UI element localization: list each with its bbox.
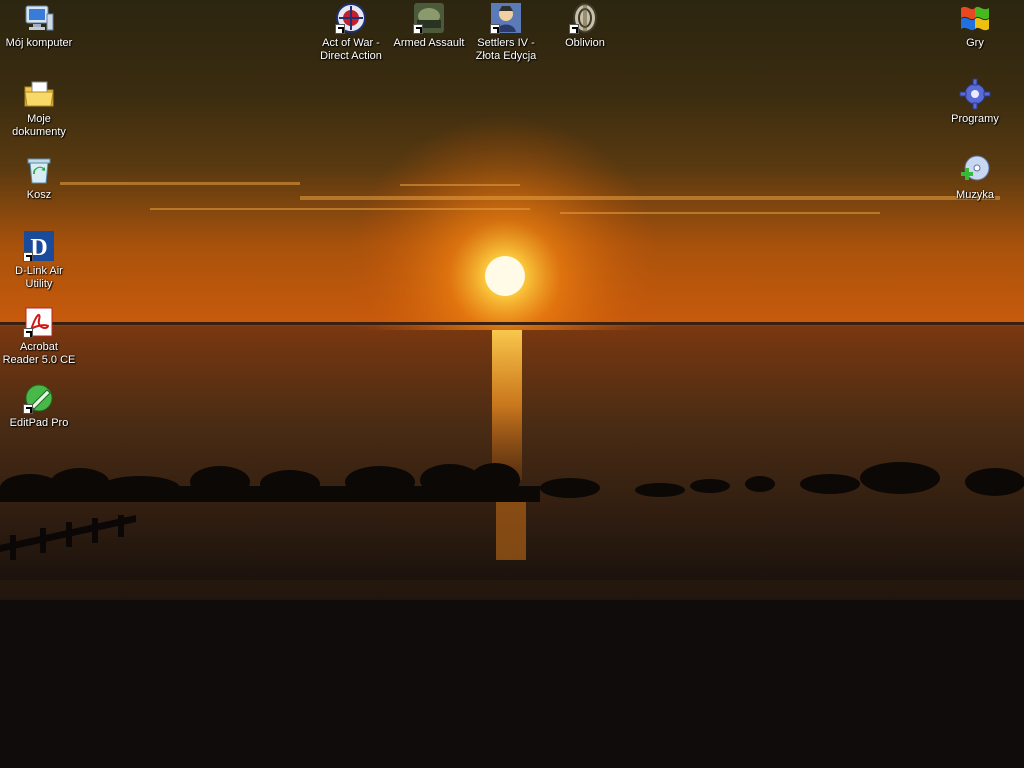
desktop-icon-gry[interactable]: Gry [937, 2, 1013, 50]
music-cd-icon [959, 154, 991, 186]
desktop-icon-muzyka[interactable]: Muzyka [937, 154, 1013, 202]
desktop-icon-label: Mój komputer [5, 37, 73, 49]
desktop-icon-oblivion[interactable]: Oblivion [547, 2, 623, 50]
armed-assault-icon [413, 2, 445, 34]
sun [485, 256, 525, 296]
desktop-icon-kosz[interactable]: Kosz [1, 154, 77, 202]
editpad-icon [23, 382, 55, 414]
my-documents-icon [23, 78, 55, 110]
desktop-icon-label: Act of War - Direct Action [320, 37, 382, 62]
shortcut-arrow-icon [23, 404, 33, 414]
desktop-icon-label: Settlers IV - Złota Edycja [475, 37, 537, 62]
desktop-icon-label: Programy [951, 113, 999, 125]
desktop-icon-act-of-war-direct-action[interactable]: Act of War - Direct Action [313, 2, 389, 63]
beach-sand [0, 598, 1024, 768]
shortcut-arrow-icon [23, 328, 33, 338]
shortcut-arrow-icon [490, 24, 500, 34]
desktop-icon-acrobat-reader-5-0-ce[interactable]: Acrobat Reader 5.0 CE [1, 306, 77, 367]
desktop-icon-label: Gry [966, 37, 984, 49]
dlink-icon: D [23, 230, 55, 262]
games-flag-icon [959, 2, 991, 34]
desktop-icon-label: Kosz [26, 189, 52, 201]
act-of-war-icon [335, 2, 367, 34]
desktop-icon-label: Moje dokumenty [12, 113, 66, 138]
settlers-iv-icon [490, 2, 522, 34]
desktop-icon-editpad-pro[interactable]: EditPad Pro [1, 382, 77, 430]
oblivion-icon [569, 2, 601, 34]
sunset-wallpaper [0, 0, 1024, 768]
programs-gear-icon [959, 78, 991, 110]
recycle-bin-icon [23, 154, 55, 186]
desktop-icon-label: Muzyka [956, 189, 994, 201]
desktop-icon-programy[interactable]: Programy [937, 78, 1013, 126]
desktop-icon-label: Acrobat Reader 5.0 CE [2, 341, 76, 366]
shortcut-arrow-icon [413, 24, 423, 34]
desktop-icon-label: EditPad Pro [9, 417, 69, 429]
desktop-icon-armed-assault[interactable]: Armed Assault [391, 2, 467, 50]
acrobat-reader-icon [23, 306, 55, 338]
shortcut-arrow-icon [335, 24, 345, 34]
shortcut-arrow-icon [23, 252, 33, 262]
desktop[interactable]: Mój komputer Moje dokumenty Kosz D D-Link Ai… [0, 0, 1024, 768]
desktop-icon-moje-dokumenty[interactable]: Moje dokumenty [1, 78, 77, 139]
desktop-icon-label: Armed Assault [393, 37, 465, 49]
desktop-icon-mo-j-komputer[interactable]: Mój komputer [1, 2, 77, 50]
sun-reflection [492, 330, 526, 560]
desktop-icon-d-link-air-utility[interactable]: D D-Link Air Utility [1, 230, 77, 291]
desktop-icon-label: D-Link Air Utility [15, 265, 63, 290]
desktop-icon-settlers-iv-z-ota-edycja[interactable]: Settlers IV - Złota Edycja [468, 2, 544, 63]
my-computer-icon [23, 2, 55, 34]
shortcut-arrow-icon [569, 24, 579, 34]
desktop-icon-label: Oblivion [565, 37, 605, 49]
